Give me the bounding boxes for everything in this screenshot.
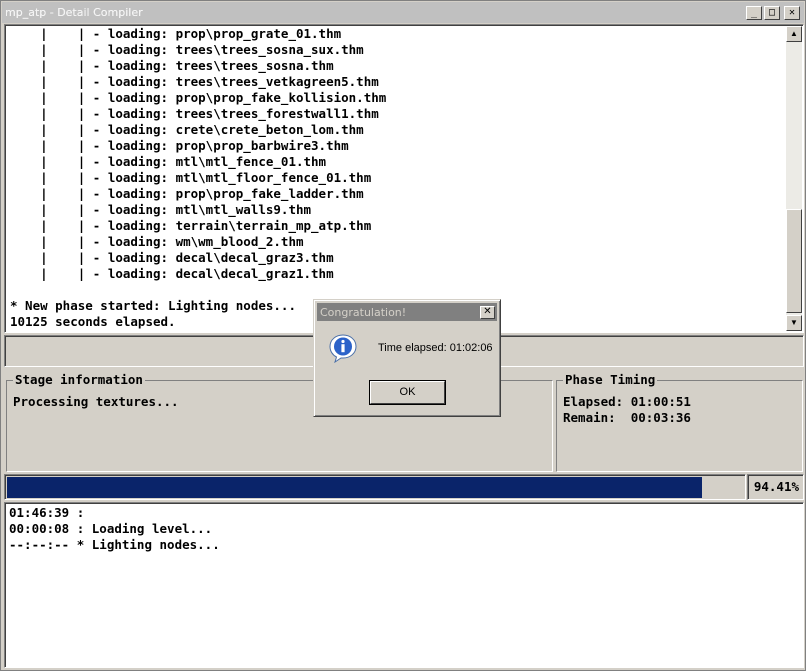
log-line: | | - loading: crete\crete_beton_lom.thm bbox=[10, 122, 364, 137]
dialog-message: Time elapsed: 01:02:06 bbox=[378, 342, 493, 354]
close-button[interactable]: ✕ bbox=[784, 5, 800, 20]
history-log[interactable]: 01:46:39 :00:00:08 : Loading level... --:… bbox=[4, 502, 804, 668]
log-line: | | - loading: mtl\mtl_walls9.thm bbox=[10, 202, 312, 217]
history-line: 01:46:39 : bbox=[9, 505, 85, 520]
ok-button[interactable]: OK bbox=[370, 381, 445, 404]
remaining-time: Remain: 00:03:36 bbox=[563, 410, 691, 425]
elapsed-time: Elapsed: 01:00:51 bbox=[563, 394, 691, 409]
history-output: 01:46:39 :00:00:08 : Loading level... --:… bbox=[9, 505, 220, 553]
log-line: | | - loading: decal\decal_graz3.thm bbox=[10, 250, 334, 265]
phase-timing-legend: Phase Timing bbox=[563, 372, 658, 388]
log-line: | | - loading: mtl\mtl_floor_fence_01.th… bbox=[10, 170, 372, 185]
title-bar[interactable]: mp_atp - Detail Compiler _ □ ✕ bbox=[2, 2, 804, 23]
congratulation-dialog: Congratulation! ✕ Time elapsed: 01:02:06… bbox=[313, 299, 501, 417]
log-panel[interactable]: | | - loading: prop\prop_grate_01.thm | … bbox=[4, 24, 804, 333]
scroll-thumb[interactable] bbox=[786, 209, 802, 313]
history-line: 00:00:08 : Loading level... bbox=[9, 521, 213, 536]
log-line: | | - loading: prop\prop_barbwire3.thm bbox=[10, 138, 349, 153]
log-line: | | - loading: trees\trees_forestwall1.t… bbox=[10, 106, 379, 121]
history-line: --:--:-- * Lighting nodes... bbox=[9, 537, 220, 552]
progress-fill bbox=[7, 477, 702, 498]
dialog-title-bar[interactable]: Congratulation! ✕ bbox=[317, 303, 497, 321]
log-line: | | - loading: decal\decal_graz1.thm bbox=[10, 266, 334, 281]
window-title: mp_atp - Detail Compiler bbox=[5, 6, 143, 19]
progress-bar bbox=[4, 474, 746, 500]
log-line: | | - loading: mtl\mtl_fence_01.thm bbox=[10, 154, 327, 169]
log-line: | | - loading: terrain\terrain_mp_atp.th… bbox=[10, 218, 372, 233]
log-scrollbar[interactable]: ▲ ▼ bbox=[786, 26, 802, 331]
log-line: | | - loading: prop\prop_fake_kollision.… bbox=[10, 90, 387, 105]
dialog-title: Congratulation! bbox=[320, 305, 407, 319]
scroll-up-icon[interactable]: ▲ bbox=[786, 26, 802, 42]
log-line: | | - loading: wm\wm_blood_2.thm bbox=[10, 234, 304, 249]
maximize-button[interactable]: □ bbox=[764, 5, 780, 20]
log-line: | | - loading: trees\trees_vetkagreen5.t… bbox=[10, 74, 379, 89]
log-line: | | - loading: prop\prop_fake_ladder.thm bbox=[10, 186, 364, 201]
log-line: | | - loading: prop\prop_grate_01.thm bbox=[10, 26, 342, 41]
minimize-button[interactable]: _ bbox=[746, 5, 762, 20]
info-icon bbox=[329, 334, 357, 363]
main-window: mp_atp - Detail Compiler _ □ ✕ | | - loa… bbox=[0, 0, 806, 671]
phase-timing-group: Phase Timing Elapsed: 01:00:51 Remain: 0… bbox=[556, 372, 803, 472]
log-line: | | - loading: trees\trees_sosna.thm bbox=[10, 58, 334, 73]
scroll-down-icon[interactable]: ▼ bbox=[786, 315, 802, 331]
stage-info-text: Processing textures... bbox=[13, 394, 179, 409]
log-output: | | - loading: prop\prop_grate_01.thm | … bbox=[10, 26, 786, 331]
stage-info-legend: Stage information bbox=[13, 372, 145, 388]
progress-percent: 94.41% bbox=[747, 474, 804, 500]
dialog-close-button[interactable]: ✕ bbox=[480, 305, 495, 319]
log-line: | | - loading: trees\trees_sosna_sux.thm bbox=[10, 42, 364, 57]
